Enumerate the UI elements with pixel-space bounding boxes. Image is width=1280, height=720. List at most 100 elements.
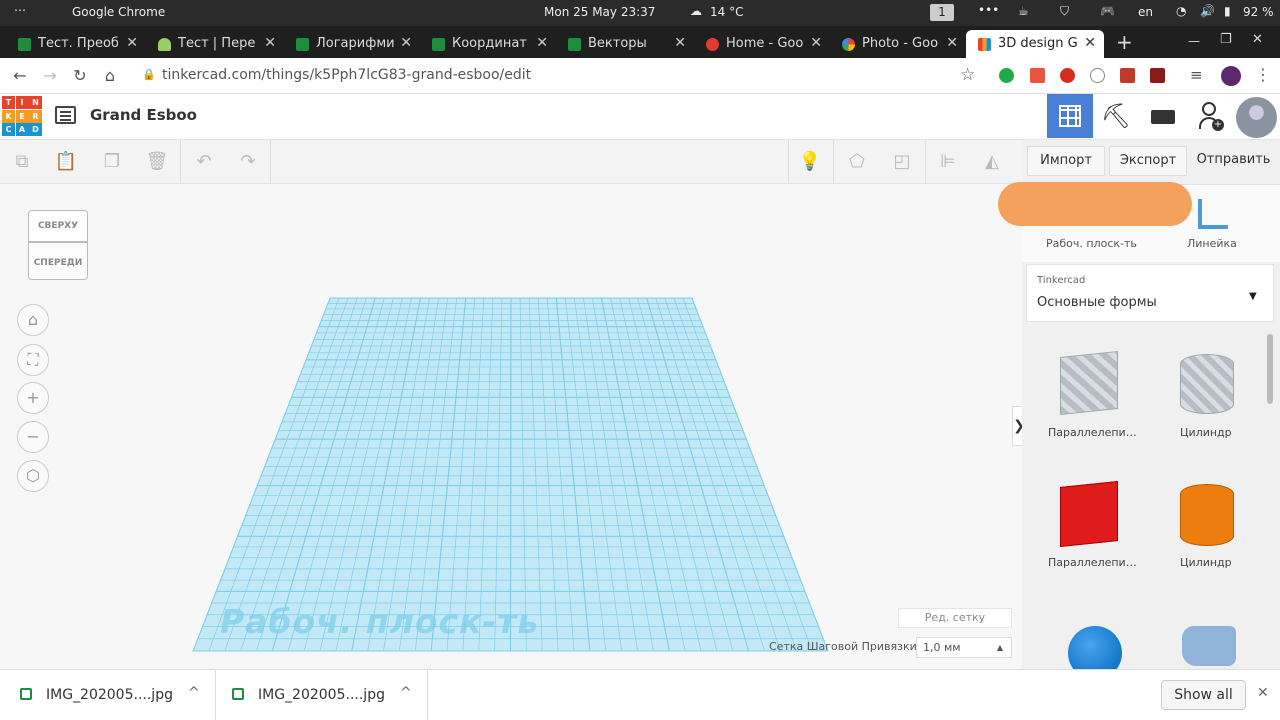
mirror-icon[interactable]: ◭ <box>980 150 1004 174</box>
ublock-icon[interactable] <box>1120 68 1135 83</box>
shape-library-select[interactable]: Tinkercad Основные формы ▼ <box>1026 264 1274 322</box>
import-button[interactable]: Импорт <box>1027 146 1105 176</box>
chrome-menu-icon[interactable]: ⋮ <box>1255 65 1271 84</box>
shape-cylinder-orange[interactable]: Цилиндр <box>1162 470 1252 580</box>
tab-title: Координат <box>452 36 527 51</box>
workspace-indicator[interactable]: 1 <box>930 4 954 21</box>
extension-icon[interactable] <box>999 68 1014 83</box>
tab-close-icon[interactable]: ✕ <box>126 35 138 51</box>
extension-icon[interactable] <box>1090 68 1105 83</box>
browser-tab[interactable]: Home - Goo ✕ <box>694 30 830 58</box>
shape-sphere-blue[interactable] <box>1046 606 1142 669</box>
tab-close-icon[interactable]: ✕ <box>536 35 548 51</box>
browser-tab[interactable]: Тест. Преоб ✕ <box>6 30 146 58</box>
bricks-view-button[interactable] <box>1139 94 1185 138</box>
project-title[interactable]: Grand Esboo <box>90 106 197 124</box>
tab-close-icon[interactable]: ✕ <box>1084 35 1096 51</box>
show-all-button[interactable]: Show all <box>1161 680 1246 710</box>
workspace[interactable]: СВЕРХУ СПЕРЕДИ ⌂ ⛶ + − ⬡ Рабоч. плоск-ть… <box>0 184 1026 669</box>
minimize-button[interactable]: — <box>1188 34 1200 48</box>
undo-icon[interactable]: ↶ <box>192 150 216 174</box>
download-item[interactable]: IMG_202005....jpg ^ <box>216 670 428 720</box>
battery-icon[interactable]: ▮ <box>1224 4 1231 18</box>
tab-title: 3D design G <box>998 36 1078 51</box>
group-icon[interactable]: ⬠ <box>845 150 869 174</box>
scrollbar-thumb[interactable] <box>1267 334 1273 404</box>
delete-icon[interactable]: 🗑 <box>145 150 169 174</box>
reading-list-icon[interactable]: ≡ <box>1190 66 1203 84</box>
duplicate-icon[interactable]: ❐ <box>100 150 124 174</box>
ungroup-icon[interactable]: ◰ <box>890 150 914 174</box>
browser-tab[interactable]: Логарифми ✕ <box>284 30 420 58</box>
logo-letter: T <box>2 96 15 109</box>
reload-icon[interactable]: ↻ <box>70 66 90 86</box>
lock-icon[interactable]: 🔒 <box>142 68 156 81</box>
wifi-icon[interactable]: ◔ <box>1176 4 1186 18</box>
tinkercad-logo[interactable]: TIN KER CAD <box>2 96 43 137</box>
grid-line <box>509 298 512 651</box>
volume-icon[interactable]: 🔊 <box>1200 4 1215 18</box>
logo-letter: R <box>29 109 42 123</box>
chevron-up-icon[interactable]: ^ <box>400 685 412 701</box>
tab-close-icon[interactable]: ✕ <box>400 35 412 51</box>
edit-grid-button[interactable]: Ред. сетку <box>898 608 1012 628</box>
extension-icon[interactable] <box>1030 68 1045 83</box>
tab-close-icon[interactable]: ✕ <box>264 35 276 51</box>
redo-icon[interactable]: ↷ <box>236 150 260 174</box>
align-icon[interactable]: ⊫ <box>936 150 960 174</box>
copy-icon[interactable]: ⧉ <box>10 150 34 174</box>
shape-cylinder-gray[interactable]: Цилиндр <box>1162 340 1252 450</box>
export-button[interactable]: Экспорт <box>1109 146 1187 176</box>
tab-close-icon[interactable]: ✕ <box>674 35 686 51</box>
paste-icon[interactable]: 📋 <box>54 150 78 174</box>
3d-view-button[interactable] <box>1047 94 1093 138</box>
design-list-icon[interactable] <box>55 106 76 124</box>
send-button[interactable]: Отправить <box>1191 146 1276 176</box>
profile-avatar-icon[interactable] <box>1221 66 1241 86</box>
tab-close-icon[interactable]: ✕ <box>946 35 958 51</box>
browser-tab[interactable]: Координат ✕ <box>420 30 556 58</box>
browser-tab-active[interactable]: 3D design G ✕ <box>966 30 1104 58</box>
close-download-bar-icon[interactable]: ✕ <box>1257 685 1269 701</box>
extension-icon[interactable] <box>1150 68 1165 83</box>
user-avatar[interactable] <box>1236 97 1277 138</box>
shape-scribble-blue[interactable] <box>1162 606 1252 666</box>
browser-tab[interactable]: Тест | Пере ✕ <box>146 30 284 58</box>
logo-letter: E <box>15 109 29 123</box>
datetime[interactable]: Mon 25 May 23:37 <box>544 5 655 19</box>
coffee-icon[interactable]: ☕ <box>1018 4 1029 18</box>
browser-tab[interactable]: Векторы ✕ <box>556 30 694 58</box>
restore-button[interactable]: ❐ <box>1220 32 1232 47</box>
download-filename: IMG_202005....jpg <box>46 687 173 703</box>
keyboard-layout[interactable]: en <box>1138 5 1153 19</box>
adblock-icon[interactable] <box>1060 68 1075 83</box>
logo-letter: N <box>29 96 42 109</box>
new-tab-button[interactable]: + <box>1116 30 1133 54</box>
more-icon[interactable]: ••• <box>978 3 999 17</box>
ruler-tool-label[interactable]: Линейка <box>1187 237 1237 250</box>
gamepad-icon[interactable]: 🎮 <box>1100 4 1115 18</box>
download-item[interactable]: IMG_202005....jpg ^ <box>0 670 216 720</box>
tab-close-icon[interactable]: ✕ <box>810 35 822 51</box>
chevron-up-icon[interactable]: ^ <box>188 685 200 701</box>
close-window-button[interactable]: ✕ <box>1252 32 1263 47</box>
weather-temp[interactable]: 14 °C <box>710 5 743 19</box>
url-field[interactable]: tinkercad.com/things/k5Pph7lcG83-grand-e… <box>162 67 531 83</box>
add-user-button[interactable]: + <box>1188 94 1234 138</box>
app-name[interactable]: Google Chrome <box>72 5 165 19</box>
shape-box-gray[interactable]: Параллелепи… <box>1046 340 1142 450</box>
browser-tab[interactable]: Photo - Goo ✕ <box>830 30 966 58</box>
shield-icon[interactable]: ⛉ <box>1060 4 1069 19</box>
toolbar-divider <box>180 140 181 184</box>
home-icon[interactable]: ⌂ <box>100 66 120 86</box>
workplane-grid[interactable] <box>0 184 1022 669</box>
workplane-tool-label[interactable]: Рабоч. плоск-ть <box>1046 237 1137 250</box>
star-icon[interactable]: ☆ <box>960 65 975 85</box>
snap-grid-select[interactable]: 1,0 мм ▲ <box>916 637 1012 658</box>
shape-box-red[interactable]: Параллелепи… <box>1046 470 1142 580</box>
activities-menu[interactable]: ⋯ <box>14 3 26 17</box>
forward-icon[interactable]: → <box>40 66 60 86</box>
lightbulb-icon[interactable]: 💡 <box>798 150 822 174</box>
back-icon[interactable]: ← <box>10 66 30 86</box>
codeblocks-pickaxe-icon[interactable]: ⛏ <box>1093 94 1139 138</box>
